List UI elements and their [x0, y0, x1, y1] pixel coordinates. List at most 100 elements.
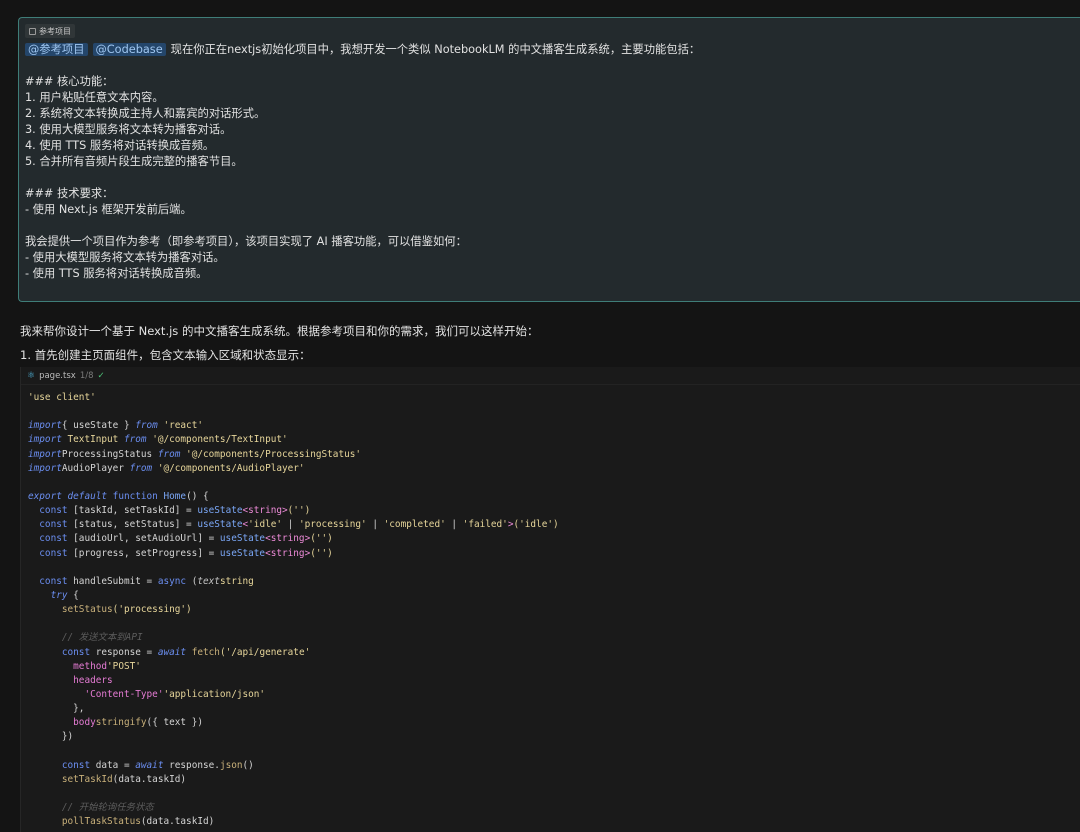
user-message-first-line: @参考项目 @Codebase 现在你正在nextjs初始化项目中，我想开发一个类似…: [25, 42, 700, 58]
code-token: ('idle'): [513, 519, 559, 531]
code-token: from: [135, 420, 158, 432]
code-line: const [audioUrl, setAudioUrl] = useState…: [28, 532, 559, 546]
message-line: - 使用 TTS 服务将对话转换成音频。: [25, 267, 208, 280]
code-line: const [progress, setProgress] = useState…: [28, 547, 559, 561]
code-token: <string>: [265, 547, 311, 559]
code-token: response.: [169, 759, 220, 771]
code-token: setStatus: [28, 604, 113, 616]
code-token: import: [28, 420, 62, 432]
code-line: },: [28, 702, 559, 716]
code-line: method'POST': [28, 660, 559, 674]
code-token: await: [135, 759, 170, 771]
file-context-icon: [29, 27, 36, 35]
message-line: 2. 系统将文本转换成主持人和嘉宾的对话形式。: [25, 107, 266, 120]
code-line: const handleSubmit = async (textstring: [28, 575, 559, 589]
code-token: 'application/json': [163, 688, 266, 700]
code-token: },: [28, 703, 85, 715]
code-line: try {: [28, 589, 559, 603]
code-token: async: [157, 575, 192, 587]
code-token: |: [366, 519, 384, 531]
code-token: import: [28, 448, 62, 460]
code-block-header: ⚛ page.tsx 1/8 ✓: [21, 367, 1080, 385]
top-bar: [0, 0, 1080, 8]
code-token: ({ text }): [146, 717, 203, 729]
code-line: // 发送文本到API: [28, 631, 559, 645]
code-token: { useState }: [61, 420, 136, 432]
code-token: |: [445, 519, 463, 531]
message-line: 4. 使用 TTS 服务将对话转换成音频。: [25, 139, 215, 152]
code-token: Home: [163, 490, 187, 502]
code-token: (data.taskId): [140, 816, 215, 828]
message-line: 5. 合并所有音频片段生成完整的播客节目。: [25, 155, 243, 168]
code-token: ProcessingStatus: [61, 448, 158, 460]
code-line: pollTaskStatus(data.taskId): [28, 815, 559, 829]
code-token: 'POST': [107, 660, 141, 672]
code-line: const data = await response.json(): [28, 759, 559, 773]
code-token: ('processing'): [112, 604, 192, 616]
code-token: useState: [219, 547, 266, 559]
check-icon: ✓: [97, 370, 105, 381]
code-token: from: [129, 462, 153, 474]
code-token: const: [28, 646, 96, 658]
code-token: text: [197, 575, 220, 587]
code-token: 'use client': [28, 392, 96, 403]
code-token: data =: [95, 759, 136, 771]
code-token: 'Content-Type': [28, 688, 164, 700]
mention-reference-project[interactable]: @参考项目: [25, 43, 88, 56]
code-token: // 发送文本到API: [28, 632, 143, 644]
code-token: [status, setStatus] =: [73, 519, 198, 531]
code-token: await: [157, 646, 192, 658]
code-line: bodystringify({ text }): [28, 716, 559, 730]
code-version: 1/8: [79, 370, 94, 381]
assistant-reply-intro: 我来帮你设计一个基于 Next.js 的中文播客生成系统。根据参考项目和你的需求…: [20, 324, 539, 338]
code-token: '@/components/AudioPlayer': [152, 462, 305, 474]
code-token: import: [28, 434, 62, 446]
code-token: (''): [310, 547, 333, 559]
code-token: '@/components/ProcessingStatus': [180, 448, 362, 460]
code-token: const: [28, 533, 74, 545]
message-line: 3. 使用大模型服务将文本转为播客对话。: [25, 123, 232, 136]
code-token: '@/components/TextInput': [146, 434, 288, 446]
code-line: // 开始轮询任务状态: [28, 801, 559, 815]
code-token: setTaskId: [28, 773, 113, 785]
code-line: const [taskId, setTaskId] = useState<str…: [28, 504, 559, 518]
code-line: const [status, setStatus] = useState<'id…: [28, 518, 559, 532]
user-message: 参考项目 @参考项目 @Codebase 现在你正在nextjs初始化项目中，我想开…: [18, 17, 1080, 302]
code-token: 'failed': [462, 519, 508, 531]
code-block: ⚛ page.tsx 1/8 ✓ 'use client' import{ us…: [20, 367, 1080, 832]
code-token: response =: [95, 646, 158, 658]
code-line: import TextInput from '@/components/Text…: [28, 433, 559, 447]
code-line: setStatus('processing'): [28, 603, 559, 617]
code-token: body: [28, 717, 96, 729]
code-token: (''): [310, 533, 333, 545]
code-line: 'use client': [28, 391, 559, 405]
code-token: () {: [186, 490, 209, 502]
code-token: AudioPlayer: [61, 462, 130, 474]
code-token: 'react': [157, 420, 203, 432]
code-token: <string>: [242, 505, 288, 517]
code-token: import: [28, 462, 62, 474]
code-filename[interactable]: page.tsx: [39, 371, 76, 381]
code-token: fetch: [191, 646, 220, 658]
user-message-intro: 现在你正在nextjs初始化项目中，我想开发一个类似 NotebookLM 的中…: [170, 43, 701, 56]
code-token: 'processing': [298, 519, 367, 531]
code-content: 'use client' import{ useState } from 're…: [28, 391, 559, 829]
code-line: 'Content-Type''application/json': [28, 688, 559, 702]
code-token: useState: [197, 519, 243, 531]
mention-codebase[interactable]: @Codebase: [92, 43, 166, 56]
message-line: - 使用 Next.js 框架开发前后端。: [25, 203, 192, 216]
code-line: importProcessingStatus from '@/component…: [28, 448, 559, 462]
code-token: method: [28, 660, 108, 672]
code-token: 'completed': [383, 519, 446, 531]
code-token: useState: [197, 505, 243, 517]
code-token: from: [123, 434, 147, 446]
context-chip[interactable]: 参考项目: [25, 24, 75, 38]
code-token: try: [28, 589, 74, 601]
code-token: useState: [219, 533, 266, 545]
code-token: // 开始轮询任务状态: [28, 802, 154, 814]
